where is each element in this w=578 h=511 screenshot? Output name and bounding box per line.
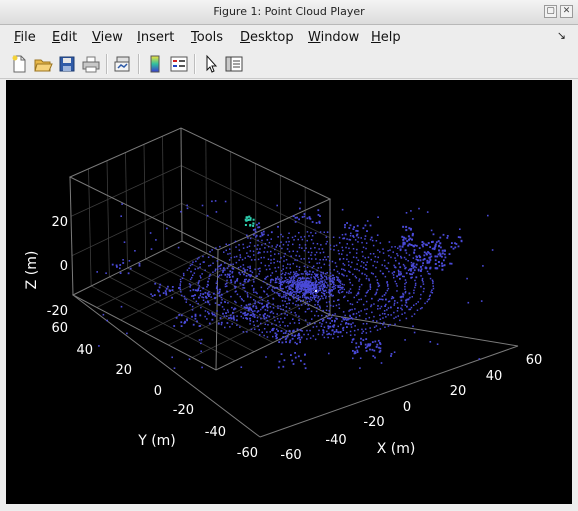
z-axis-label: Z (m) xyxy=(24,251,40,290)
y-tick: 20 xyxy=(115,363,132,378)
menu-desktop[interactable]: Desktop xyxy=(240,30,294,45)
menu-window[interactable]: Window xyxy=(308,30,359,45)
property-inspector-icon[interactable] xyxy=(224,54,244,74)
z-axis-ticks: 20 0 -20 xyxy=(47,215,68,319)
toolbar-separator xyxy=(106,54,108,74)
y-tick: 40 xyxy=(76,343,93,358)
y-tick: -20 xyxy=(173,403,194,418)
figure-toolbar xyxy=(0,50,578,79)
link-plot-icon[interactable] xyxy=(113,54,133,74)
figure-canvas[interactable]: 20 0 -20 Z (m) 60 40 20 0 -20 -40 -60 Y … xyxy=(6,80,572,504)
dock-figure-icon[interactable]: ↘ xyxy=(557,29,566,42)
window-titlebar[interactable]: Figure 1: Point Cloud Player ▢ ✕ xyxy=(0,0,578,25)
y-tick: -40 xyxy=(205,425,226,440)
menu-insert[interactable]: Insert xyxy=(137,30,174,45)
z-tick: 0 xyxy=(60,259,68,274)
point-cloud xyxy=(96,200,494,370)
x-tick: -40 xyxy=(325,433,346,448)
z-tick: 20 xyxy=(51,215,68,230)
menu-edit[interactable]: Edit xyxy=(52,30,77,45)
x-tick: 60 xyxy=(526,353,543,368)
y-tick: 60 xyxy=(51,321,68,336)
print-figure-icon[interactable] xyxy=(81,54,101,74)
menu-file[interactable]: File xyxy=(14,30,36,45)
insert-colorbar-icon[interactable] xyxy=(145,54,165,74)
toolbar-separator xyxy=(194,54,196,74)
y-tick: -60 xyxy=(237,446,258,461)
x-tick: 40 xyxy=(486,369,503,384)
new-figure-icon[interactable] xyxy=(9,54,29,74)
toolbar-separator xyxy=(138,54,140,74)
insert-legend-icon[interactable] xyxy=(169,54,189,74)
menu-bar: File Edit View Insert Tools Desktop Wind… xyxy=(0,25,578,49)
x-axis-label: X (m) xyxy=(377,441,416,457)
edit-plot-cursor-icon[interactable] xyxy=(201,54,221,74)
x-tick: -20 xyxy=(363,415,384,430)
x-tick: -60 xyxy=(280,448,301,463)
y-tick: 0 xyxy=(154,384,162,399)
menu-view[interactable]: View xyxy=(92,30,123,45)
save-figure-icon[interactable] xyxy=(57,54,77,74)
z-tick: -20 xyxy=(47,304,68,319)
point-cloud-axes[interactable]: 20 0 -20 Z (m) 60 40 20 0 -20 -40 -60 Y … xyxy=(6,80,572,504)
x-tick: 20 xyxy=(450,384,467,399)
x-tick: 0 xyxy=(403,400,411,415)
menu-help[interactable]: Help xyxy=(371,30,401,45)
close-window-icon[interactable]: ✕ xyxy=(560,5,573,18)
restore-window-icon[interactable]: ▢ xyxy=(544,5,557,18)
y-axis-label: Y (m) xyxy=(137,433,176,449)
open-file-icon[interactable] xyxy=(33,54,53,74)
menu-tools[interactable]: Tools xyxy=(191,30,223,45)
window-title: Figure 1: Point Cloud Player xyxy=(213,5,365,18)
axes-grid xyxy=(70,136,331,362)
